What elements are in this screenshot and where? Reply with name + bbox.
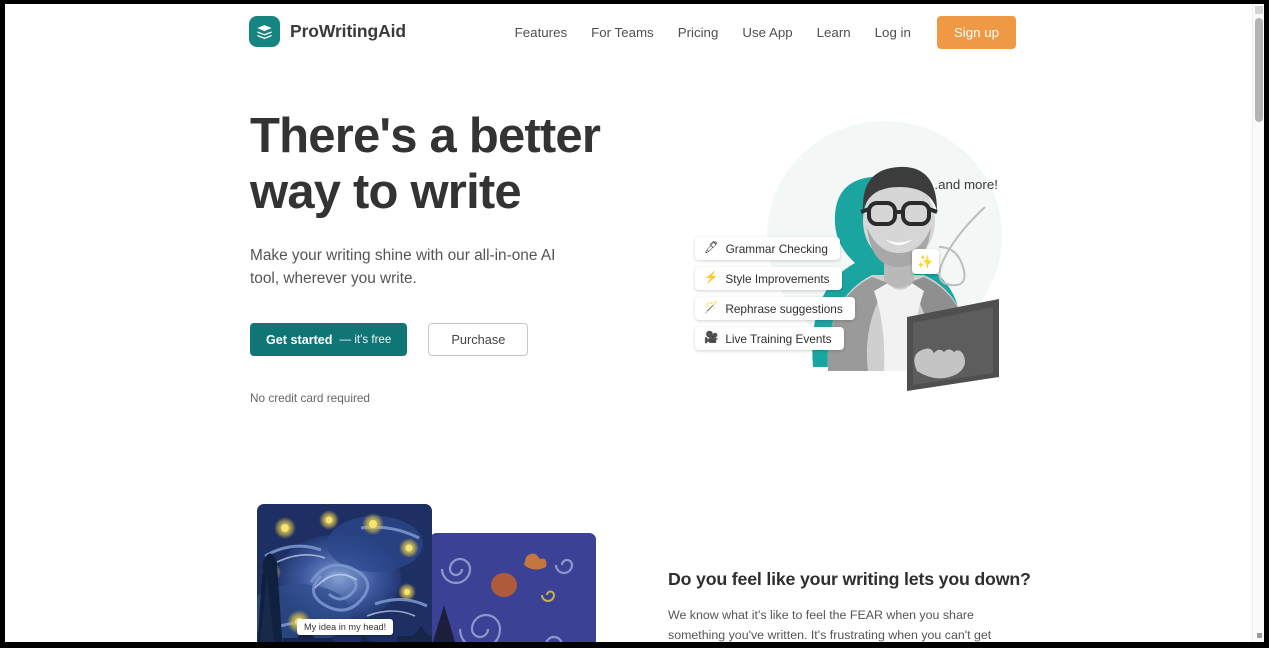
browser-viewport: ProWritingAid Features For Teams Pricing…: [5, 4, 1264, 642]
get-started-label: Get started: [266, 332, 333, 347]
feature-chip-grammar-checking: 🖊 Grammar Checking: [695, 237, 840, 260]
hero-title: There's a better way to write: [250, 109, 601, 219]
feature-chip-label: Grammar Checking: [725, 241, 828, 256]
lower-section-body: We know what it's like to feel the FEAR …: [668, 608, 992, 642]
hero-cta-group: Get started — it's free Purchase: [250, 323, 610, 356]
purchase-button[interactable]: Purchase: [428, 323, 529, 356]
prowritingaid-book-logo-icon: [249, 16, 280, 47]
get-started-note: — it's free: [339, 333, 392, 346]
page-content: ProWritingAid Features For Teams Pricing…: [5, 4, 1252, 642]
feature-chip-live-training-events: 🎥 Live Training Events: [695, 327, 844, 350]
feature-chip-rephrase-suggestions: 🪄 Rephrase suggestions: [695, 297, 855, 320]
site-header: ProWritingAid Features For Teams Pricing…: [5, 4, 1252, 61]
scrollbar-thumb[interactable]: [1255, 18, 1263, 122]
brand-logo-link[interactable]: ProWritingAid: [249, 16, 406, 47]
nav-link-for-teams[interactable]: For Teams: [579, 16, 666, 49]
nav-link-use-app[interactable]: Use App: [730, 16, 804, 49]
brand-name: ProWritingAid: [290, 21, 407, 41]
idea-in-my-head-caption: My idea in my head!: [297, 619, 394, 635]
pen-icon: 🖊: [704, 241, 719, 254]
lower-section-title: Do you feel like your writing lets you d…: [668, 569, 1031, 589]
main-navigation: Features For Teams Pricing Use App Learn…: [503, 16, 1016, 49]
nav-link-pricing[interactable]: Pricing: [666, 16, 731, 49]
feature-chip-label: Style Improvements: [725, 271, 830, 286]
sign-up-button[interactable]: Sign up: [936, 16, 1016, 49]
hero-illustration: ...and more! ✨ 🖊 Grammar Checking ⚡ Styl…: [665, 99, 1035, 399]
scrollbar-up-arrow[interactable]: [1255, 6, 1263, 14]
lightning-bolt-icon: ⚡: [704, 271, 719, 284]
nav-link-learn[interactable]: Learn: [805, 16, 863, 49]
lower-section-copy: Do you feel like your writing lets you d…: [668, 569, 1031, 642]
get-started-button[interactable]: Get started — it's free: [250, 323, 408, 356]
feature-chip-label: Rephrase suggestions: [725, 301, 843, 316]
nav-link-log-in[interactable]: Log in: [863, 16, 923, 49]
sketch-version-illustration: [430, 533, 596, 642]
magic-wand-icon: 🪄: [704, 301, 719, 314]
no-credit-card-note: No credit card required: [250, 391, 370, 405]
hero-copy: There's a better way to write Make your …: [250, 108, 610, 405]
nav-link-features[interactable]: Features: [503, 16, 579, 49]
hero-subtitle: Make your writing shine with our all-in-…: [250, 247, 556, 287]
feature-chip-style-improvements: ⚡ Style Improvements: [695, 267, 842, 290]
page-scrollbar[interactable]: [1252, 4, 1264, 642]
sparkle-icon: ✨: [912, 249, 939, 274]
movie-camera-icon: 🎥: [704, 331, 719, 344]
scrollbar-down-arrow[interactable]: [1257, 633, 1262, 638]
feature-chip-label: Live Training Events: [725, 331, 832, 346]
and-more-label: ...and more!: [927, 177, 998, 192]
